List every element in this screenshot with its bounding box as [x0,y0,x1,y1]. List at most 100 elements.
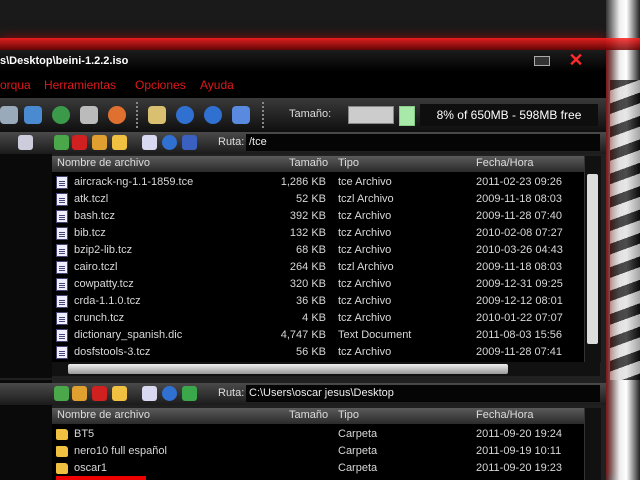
table-row[interactable]: bzip2-lib.tcz 68 KB tcz Archivo 2010-03-26 … [52,242,584,259]
column-header-size[interactable]: Tamaño [289,409,328,421]
menu-item-opciones[interactable]: Opciones [135,72,186,98]
top-pane-toolbar: Ruta: /tce [0,132,606,154]
lock-icon[interactable] [0,106,18,124]
refresh-icon[interactable] [182,135,197,150]
table-row[interactable]: dosfstools-3.tcz 56 KB tcz Archivo 2009-11-… [52,344,584,361]
file-date: 2011-02-23 09:26 [476,176,563,188]
delete-icon[interactable] [72,135,87,150]
file-type: Text Document [338,329,412,341]
left-panel-top [0,134,52,378]
file-type: tcz Archivo [338,295,392,307]
add-icon[interactable] [54,386,69,401]
column-header-name[interactable]: Nombre de archivo [57,157,150,169]
drive-icon[interactable] [182,386,197,401]
file-type: Carpeta [338,462,378,474]
file-list: BT5 Carpeta 2011-09-20 19:24 nero10 full e… [52,424,584,480]
horizontal-scrollbar[interactable] [52,362,600,376]
settings-icon[interactable] [162,386,177,401]
toolbar-separator [136,102,138,130]
globe-icon[interactable] [52,106,70,124]
vertical-scrollbar[interactable] [584,156,601,362]
table-row[interactable]: bib.tcz 132 KB tcz Archivo 2010-02-08 07:27 [52,225,584,242]
help-icon[interactable] [204,106,222,124]
folder-icon [56,429,68,440]
file-name: crda-1.1.0.tcz [74,295,141,307]
file-name: bib.tcz [74,227,106,239]
file-icon [56,261,68,274]
file-size: 264 KB [289,261,326,273]
column-header-date[interactable]: Fecha/Hora [476,157,533,169]
delete-icon[interactable] [92,386,107,401]
extract-icon[interactable] [24,106,42,124]
file-name: cairo.tczl [74,261,118,273]
table-row[interactable]: atk.tczl 52 KB tczl Archivo 2009-11-18 08:0… [52,191,584,208]
document-icon[interactable] [148,106,166,124]
folder-open-icon[interactable] [72,386,87,401]
file-date: 2009-11-18 08:03 [476,193,563,205]
options-icon[interactable] [232,106,250,124]
file-icon [56,193,68,206]
file-name: bzip2-lib.tcz [74,244,133,256]
table-row[interactable]: crunch.tcz 4 KB tcz Archivo 2010-01-22 07:0… [52,310,584,327]
properties-icon[interactable] [80,106,98,124]
file-icon [56,210,68,223]
column-header-type[interactable]: Tipo [338,409,359,421]
file-name: aircrack-ng-1.1-1859.tce [74,176,194,188]
table-row[interactable]: nero10 full español Carpeta 2011-09-19 10:… [52,443,584,460]
view-icon[interactable] [142,386,157,401]
file-name: dosfstools-3.tcz [74,346,151,358]
table-row[interactable]: oscar1 Carpeta 2011-09-20 19:23 [52,460,584,477]
table-row[interactable]: aircrack-ng-1.1-1859.tce 1,286 KB tce Arch… [52,174,584,191]
bottom-pane-toolbar: Ruta: C:\Users\oscar jesus\Desktop [0,383,606,405]
vertical-scrollbar[interactable] [584,408,601,480]
scrollbar-thumb[interactable] [68,364,508,374]
folder-icon [56,463,68,474]
path-label: Ruta: [218,387,245,399]
table-row[interactable]: crda-1.1.0.tcz 36 KB tcz Archivo 2009-12-12… [52,293,584,310]
folder-icon [56,446,68,457]
column-header-name[interactable]: Nombre de archivo [57,409,150,421]
file-date: 2010-03-26 04:43 [476,244,563,256]
new-folder-icon[interactable] [112,386,127,401]
file-date: 2011-08-03 15:56 [476,329,563,341]
scrollbar-thumb[interactable] [587,174,598,344]
window-title: s\Desktop\beini-1.2.2.iso [0,55,129,67]
column-header-size[interactable]: Tamaño [289,157,328,169]
path-input[interactable]: C:\Users\oscar jesus\Desktop [246,385,600,402]
new-folder-icon[interactable] [112,135,127,150]
column-header-date[interactable]: Fecha/Hora [476,409,533,421]
burn-icon[interactable] [108,106,126,124]
file-name: bash.tcz [74,210,115,222]
column-header-type[interactable]: Tipo [338,157,359,169]
file-name: nero10 full español [74,445,167,457]
file-icon [56,244,68,257]
file-size: 4,747 KB [280,329,326,341]
title-bar: s\Desktop\beini-1.2.2.iso ✕ [0,50,606,72]
size-field[interactable] [348,106,394,124]
menu-item-herramientas[interactable]: Herramientas [44,72,116,98]
view-icon[interactable] [142,135,157,150]
info-icon[interactable] [176,106,194,124]
menu-item-orqua[interactable]: orqua [0,72,31,98]
table-row[interactable]: bash.tcz 392 KB tcz Archivo 2009-11-28 07:4… [52,208,584,225]
file-date: 2009-12-31 09:25 [476,278,563,290]
add-icon[interactable] [54,135,69,150]
settings-icon[interactable] [162,135,177,150]
table-row[interactable]: dictionary_spanish.dic 4,747 KB Text Docum… [52,327,584,344]
folder-open-icon[interactable] [92,135,107,150]
file-type: tcz Archivo [338,312,392,324]
table-row[interactable]: BT5 Carpeta 2011-09-20 19:24 [52,426,584,443]
file-type: tcz Archivo [338,210,392,222]
menu-item-ayuda[interactable]: Ayuda [200,72,234,98]
close-button[interactable]: ✕ [564,50,588,72]
checklist-icon[interactable] [18,135,33,150]
table-row[interactable]: cowpatty.tcz 320 KB tcz Archivo 2009-12-31 … [52,276,584,293]
file-size: 4 KB [302,312,326,324]
table-row[interactable]: cairo.tczl 264 KB tczl Archivo 2009-11-18 0… [52,259,584,276]
file-type: tce Archivo [338,176,392,188]
file-type: tczl Archivo [338,261,394,273]
minimize-button[interactable] [534,56,550,66]
path-input[interactable]: /tce [246,134,600,151]
main-toolbar: Tamaño: 8% of 650MB - 598MB free [0,98,606,134]
file-date: 2010-01-22 07:07 [476,312,563,324]
